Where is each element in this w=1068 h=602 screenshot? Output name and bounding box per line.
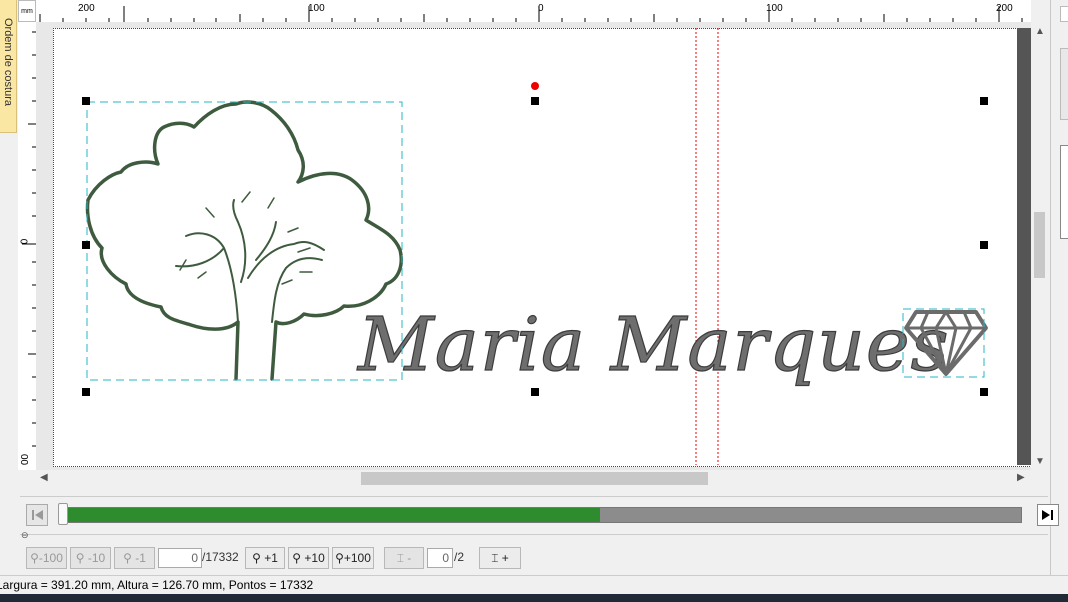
stitch-position-input[interactable]: 0 bbox=[158, 548, 202, 568]
step-back-100-button[interactable]: ⚲-100 bbox=[26, 547, 67, 569]
ruler-left-ticks bbox=[22, 31, 36, 447]
divider bbox=[20, 534, 1048, 535]
ruler-left: 0 00 bbox=[18, 22, 37, 470]
scroll-down-icon[interactable]: ▼ bbox=[1035, 456, 1045, 467]
step-forward-100-button[interactable]: ⚲+100 bbox=[332, 547, 374, 569]
rotate-handle[interactable] bbox=[531, 82, 539, 90]
panel-tab[interactable] bbox=[1060, 6, 1068, 22]
tree-design[interactable] bbox=[85, 100, 403, 381]
sewing-order-tab-label: Ordem de costura bbox=[2, 17, 14, 107]
step-back-100-label: -100 bbox=[38, 551, 63, 565]
ruler-top-label: 200 bbox=[996, 3, 1013, 14]
go-to-start-button[interactable] bbox=[26, 504, 48, 526]
scroll-up-icon[interactable]: ▲ bbox=[1035, 26, 1045, 37]
taskbar bbox=[0, 594, 1068, 602]
stitch-slider-handle[interactable] bbox=[58, 503, 68, 525]
ruler-top-label: 100 bbox=[766, 3, 783, 14]
skip-start-icon bbox=[32, 510, 43, 520]
ruler-top: 200 100 0 100 200 bbox=[36, 0, 1031, 23]
step-back-10-label: -10 bbox=[87, 551, 106, 565]
needle-icon: ⚲ bbox=[335, 551, 344, 565]
ruler-top-label: 0 bbox=[538, 3, 544, 14]
step-back-1-button[interactable]: ⚲ -1 bbox=[114, 547, 155, 569]
ruler-top-label: 200 bbox=[78, 3, 95, 14]
next-color-label: + bbox=[501, 551, 509, 565]
skip-end-icon bbox=[1042, 510, 1053, 520]
go-to-end-button[interactable] bbox=[1037, 504, 1059, 526]
scroll-left-icon[interactable]: ◀ bbox=[40, 472, 48, 483]
needle-icon: ⚲ bbox=[123, 551, 132, 565]
right-panel bbox=[1050, 0, 1068, 575]
hoop-edge bbox=[1017, 28, 1031, 465]
status-bar: Largura = 391.20 mm, Altura = 126.70 mm,… bbox=[0, 575, 1068, 595]
spool-icon: ⌶ bbox=[396, 551, 404, 565]
panel-list[interactable] bbox=[1060, 145, 1068, 239]
design-layer: Maria Marques bbox=[82, 28, 1031, 465]
ruler-left-label: 0 bbox=[18, 238, 29, 245]
needle-icon: ⚲ bbox=[292, 551, 302, 565]
next-color-button[interactable]: ⌶ + bbox=[479, 547, 521, 569]
step-forward-10-label: +10 bbox=[304, 551, 325, 565]
step-forward-10-button[interactable]: ⚲ +10 bbox=[288, 547, 329, 569]
panel-field[interactable] bbox=[1060, 48, 1068, 120]
stitch-progress-bar[interactable] bbox=[64, 507, 1022, 523]
design-canvas[interactable]: Maria Marques bbox=[36, 22, 1031, 470]
needle-icon: ⚲ bbox=[75, 551, 85, 565]
spool-icon: ⌶ bbox=[491, 551, 499, 565]
ruler-unit: mm bbox=[18, 0, 36, 22]
prev-color-button[interactable]: ⌶ - bbox=[384, 547, 424, 569]
vertical-scroll-thumb[interactable] bbox=[1034, 212, 1045, 278]
step-back-10-button[interactable]: ⚲ -10 bbox=[70, 547, 111, 569]
step-back-1-label: -1 bbox=[135, 551, 146, 565]
ruler-left-label: 00 bbox=[18, 453, 30, 466]
horizontal-scrollbar[interactable]: ◀ ▶ bbox=[36, 470, 1031, 487]
needle-icon: ⚲ bbox=[252, 551, 261, 565]
stitch-total: /17332 bbox=[202, 550, 239, 564]
stitch-progress-fill bbox=[65, 508, 601, 522]
color-position-input[interactable]: 0 bbox=[427, 548, 453, 568]
step-forward-1-button[interactable]: ⚲ +1 bbox=[245, 547, 285, 569]
ruler-top-label: 100 bbox=[308, 3, 325, 14]
ruler-top-ticks bbox=[39, 6, 1023, 22]
name-text-design[interactable]: Maria Marques bbox=[355, 301, 950, 388]
step-forward-100-label: +100 bbox=[343, 551, 371, 565]
horizontal-scroll-thumb[interactable] bbox=[361, 472, 708, 485]
sewing-order-tab[interactable]: Ordem de costura bbox=[0, 0, 17, 133]
divider bbox=[20, 496, 1048, 497]
step-forward-1-label: +1 bbox=[264, 551, 278, 565]
scroll-right-icon[interactable]: ▶ bbox=[1017, 472, 1025, 483]
collapse-icon[interactable]: ⊖ bbox=[21, 530, 29, 541]
prev-color-label: - bbox=[407, 551, 412, 565]
needle-icon: ⚲ bbox=[30, 551, 39, 565]
color-total: /2 bbox=[454, 550, 465, 564]
vertical-scrollbar[interactable]: ▲ ▼ bbox=[1031, 22, 1048, 470]
status-text: Largura = 391.20 mm, Altura = 126.70 mm,… bbox=[0, 578, 314, 592]
